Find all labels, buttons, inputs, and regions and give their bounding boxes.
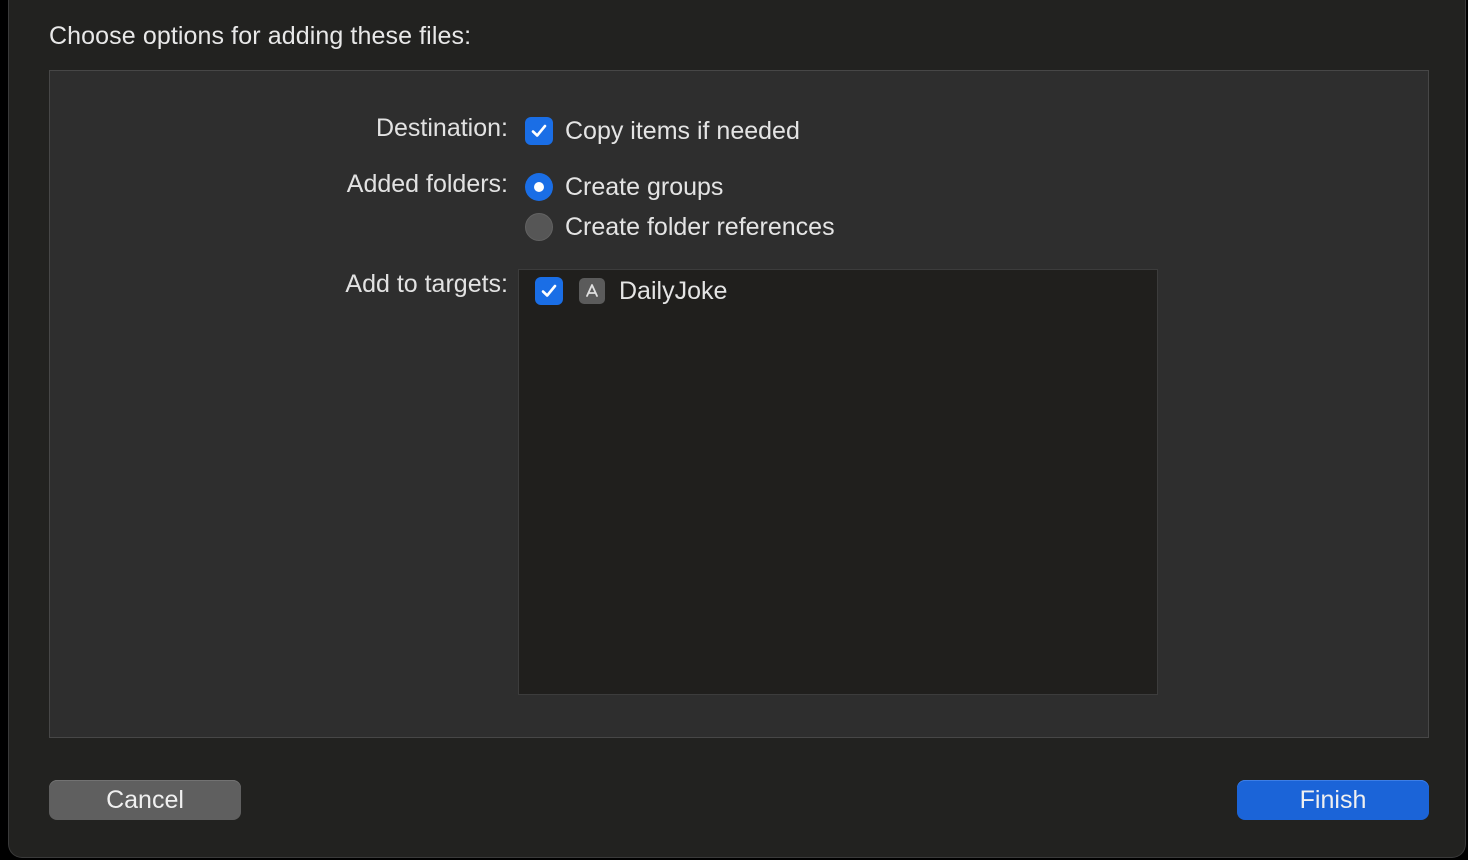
target-checkbox-icon[interactable]	[535, 277, 563, 305]
create-groups-radio[interactable]: Create groups	[525, 172, 723, 202]
added-folders-label: Added folders:	[346, 170, 508, 198]
finish-button[interactable]: Finish	[1237, 780, 1429, 820]
destination-label: Destination:	[375, 114, 508, 142]
radio-selected-icon	[525, 173, 553, 201]
radio-unselected-icon	[525, 213, 553, 241]
create-groups-label: Create groups	[565, 172, 724, 201]
cancel-button[interactable]: Cancel	[49, 780, 241, 820]
add-to-targets-label: Add to targets:	[345, 270, 508, 298]
options-panel: Destination: Copy items if needed Added …	[49, 70, 1429, 738]
create-folder-references-radio[interactable]: Create folder references	[525, 212, 835, 242]
targets-list[interactable]: DailyJoke	[518, 269, 1158, 695]
app-target-icon	[579, 278, 605, 304]
add-files-dialog: Choose options for adding these files: D…	[8, 0, 1466, 858]
checkmark-icon	[525, 117, 553, 145]
copy-items-checkbox[interactable]: Copy items if needed	[525, 116, 800, 146]
target-name: DailyJoke	[619, 276, 728, 305]
dialog-title: Choose options for adding these files:	[49, 22, 472, 50]
create-folder-references-label: Create folder references	[565, 212, 835, 241]
copy-items-label: Copy items if needed	[565, 116, 800, 145]
target-row[interactable]: DailyJoke	[535, 276, 727, 306]
